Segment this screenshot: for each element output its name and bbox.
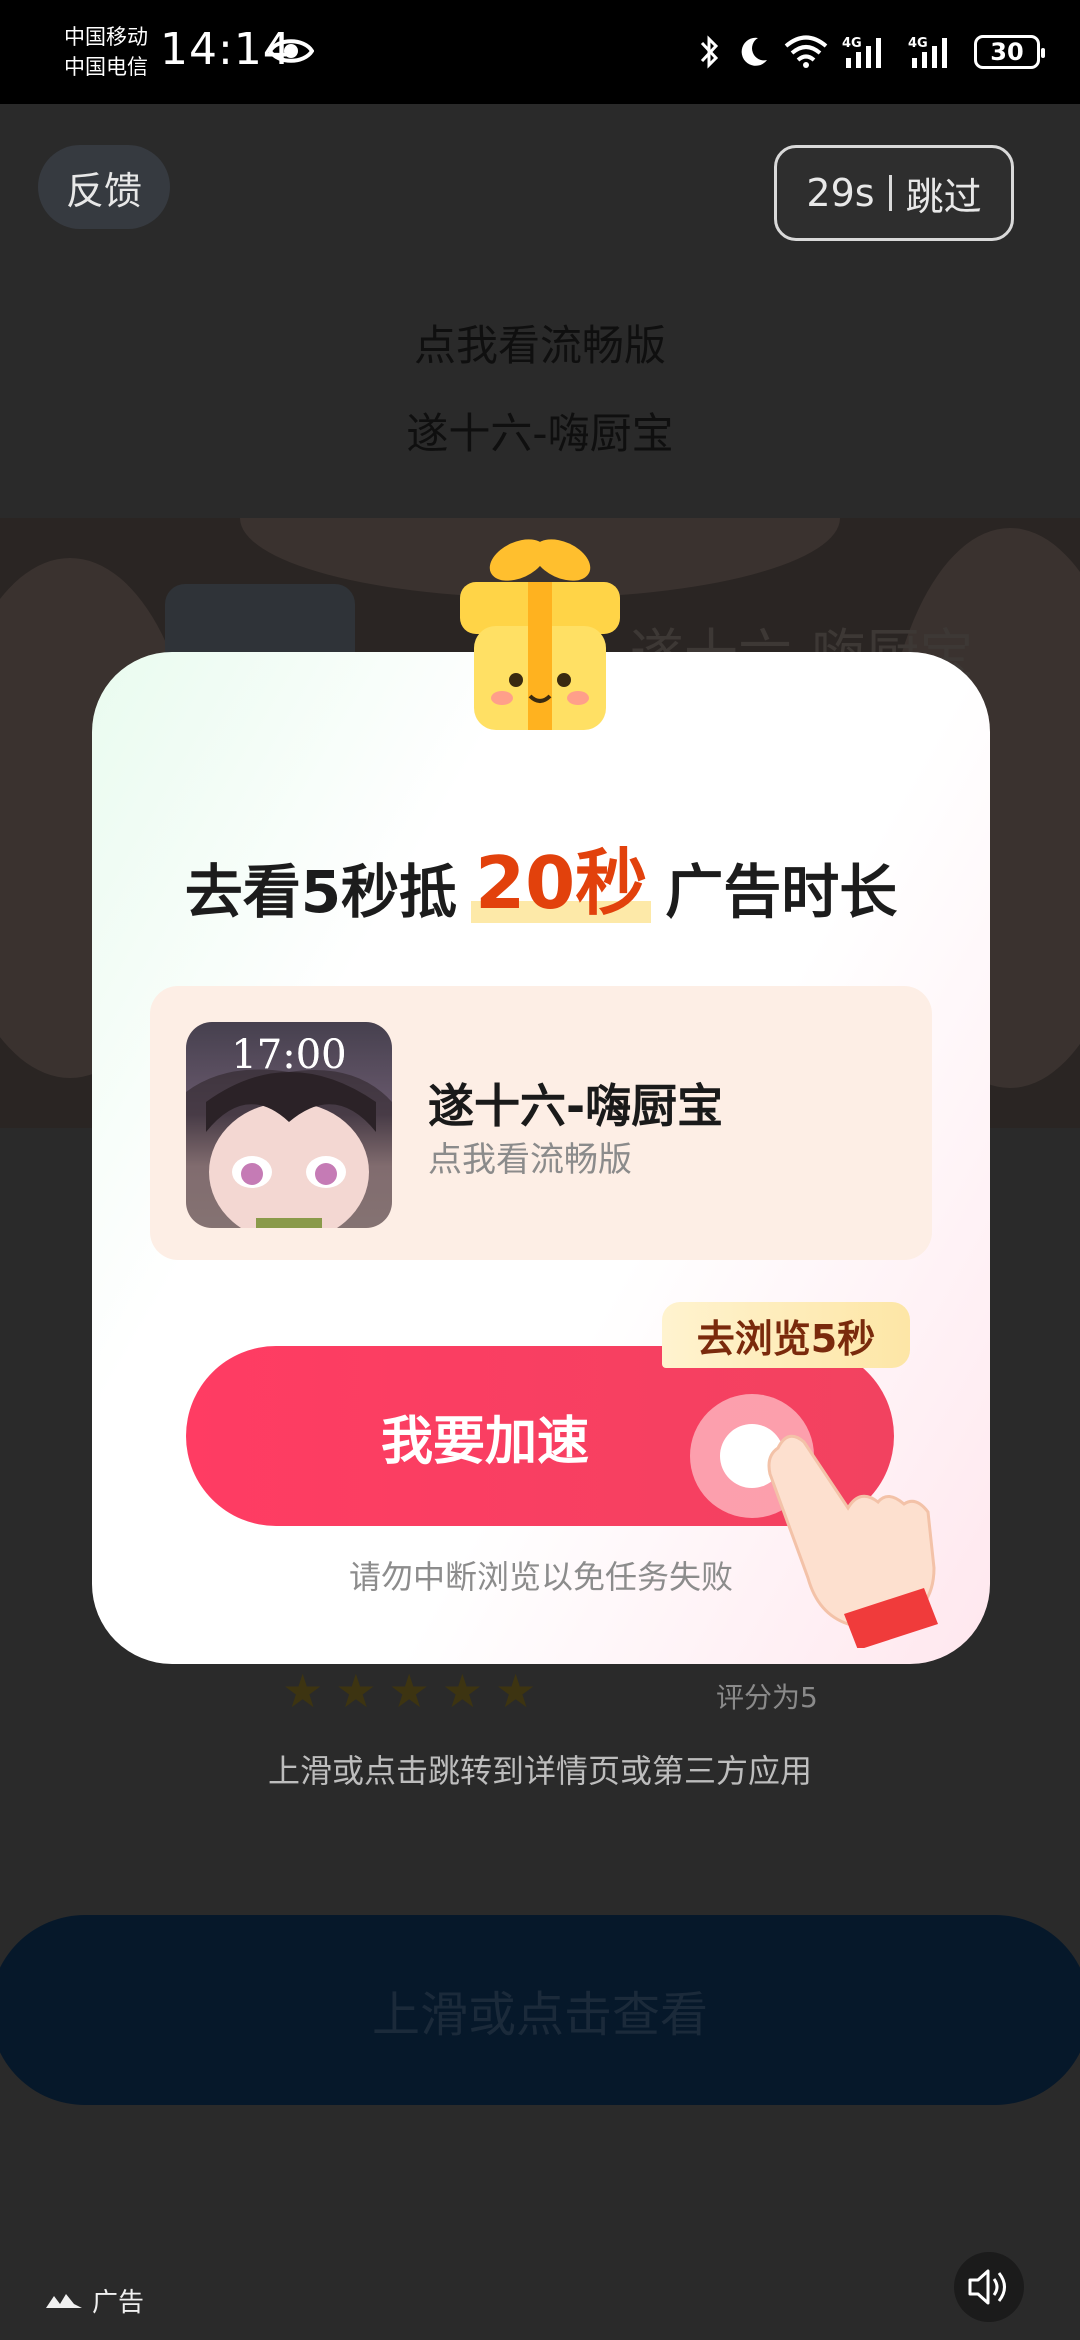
skip-divider <box>888 175 892 211</box>
modal-title-suffix: 广告时长 <box>665 858 898 926</box>
moon-icon <box>741 37 767 66</box>
status-icons: 4G 4G 30 <box>696 30 1045 74</box>
thumb-time: 17:00 <box>231 1032 347 1078</box>
status-bar: 中国移动 中国电信 14:14 4G 4G 30 <box>0 0 1080 104</box>
signal-4g-icon: 4G <box>842 36 881 68</box>
bluetooth-icon <box>700 35 719 69</box>
skip-button[interactable]: 29s 跳过 <box>774 145 1014 241</box>
carrier-1: 中国移动 <box>64 25 148 49</box>
modal-title-highlight: 20秒 <box>471 841 651 925</box>
ad-label: 广告 <box>44 2282 144 2319</box>
app-name: 遂十六-嗨厨宝 <box>428 1079 724 1133</box>
star-rating: ★ ★ ★ ★ ★ <box>282 1668 536 1714</box>
background-subtitle: 点我看流畅版 <box>413 321 666 370</box>
battery-icon: 30 <box>974 35 1045 69</box>
carrier-2: 中国电信 <box>64 55 148 79</box>
app-card[interactable]: 17:00 17:00 遂十六-嗨厨宝 点我看流畅版 <box>150 986 932 1260</box>
app-thumbnail: 17:00 17:00 <box>186 1022 392 1228</box>
app-subtitle: 点我看流畅版 <box>428 1140 632 1180</box>
star-icon: ★ <box>441 1664 483 1718</box>
swipe-hint: 上滑或点击跳转到详情页或第三方应用 <box>267 1752 812 1790</box>
modal-title: 去看5秒抵 20秒 广告时长 <box>92 824 990 929</box>
svg-text:4G: 4G <box>842 36 862 51</box>
star-icon: ★ <box>495 1664 537 1718</box>
gift-box-icon <box>460 539 620 730</box>
star-icon: ★ <box>282 1664 324 1718</box>
carrier-names: 中国移动 中国电信 <box>64 22 148 82</box>
speaker-icon <box>968 2269 1006 2305</box>
wifi-icon <box>784 35 828 68</box>
rating-text: 评分为5 <box>716 1681 818 1714</box>
ad-text: 广告 <box>92 2288 145 2318</box>
ad-logo-icon <box>46 2293 82 2308</box>
background-title: 遂十六-嗨厨宝 <box>406 409 674 458</box>
sound-toggle-button[interactable] <box>954 2252 1024 2322</box>
feedback-button[interactable]: 反馈 <box>38 145 170 229</box>
star-icon: ★ <box>335 1664 377 1718</box>
svg-text:4G: 4G <box>908 36 928 51</box>
swipe-view-button[interactable]: 上滑或点击查看 <box>0 1915 1080 2105</box>
signal-4g-icon: 4G <box>908 36 947 68</box>
modal-title-prefix: 去看5秒抵 <box>184 858 458 926</box>
eye-icon <box>268 39 314 63</box>
skip-label: 跳过 <box>905 174 982 219</box>
hand-pointer-icon <box>767 1434 938 1648</box>
star-icon: ★ <box>388 1664 430 1718</box>
browse-tag: 去浏览5秒 <box>662 1302 910 1368</box>
countdown-label: 29s <box>806 171 875 215</box>
